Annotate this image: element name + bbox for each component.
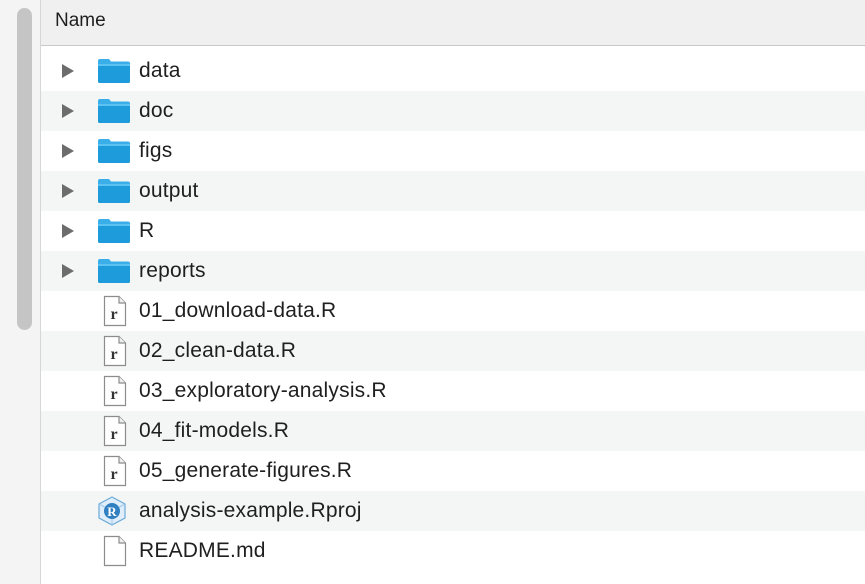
r-badge: r: [110, 346, 117, 363]
r-script-icon: r: [103, 295, 127, 327]
folder-icon: [98, 259, 130, 283]
item-name: data: [139, 59, 181, 82]
rproj-icon: R: [98, 496, 126, 526]
list-item-file[interactable]: r 04_fit-models.R: [41, 411, 865, 451]
list-item-file[interactable]: README.md: [41, 531, 865, 571]
list-item-folder[interactable]: R: [41, 211, 865, 251]
disclosure-triangle-icon[interactable]: [62, 64, 74, 78]
r-script-icon: r: [103, 415, 127, 447]
r-script-icon: r: [103, 375, 127, 407]
disclosure-triangle-icon[interactable]: [62, 104, 74, 118]
item-name: analysis-example.Rproj: [139, 499, 362, 522]
finder-window: Name data doc figs output R reports r 01…: [0, 0, 865, 584]
item-name: 01_download-data.R: [139, 299, 337, 322]
sidebar: [0, 0, 41, 584]
list-item-folder[interactable]: doc: [41, 91, 865, 131]
folder-icon: [98, 139, 130, 163]
list-item-folder[interactable]: figs: [41, 131, 865, 171]
item-name: 02_clean-data.R: [139, 339, 297, 362]
r-badge: r: [110, 306, 117, 323]
item-name: 04_fit-models.R: [139, 419, 290, 442]
column-header-label: Name: [55, 9, 106, 31]
r-script-icon: r: [103, 335, 127, 367]
scrollbar-thumb[interactable]: [17, 8, 32, 330]
r-badge: r: [110, 386, 117, 403]
r-script-icon: r: [103, 455, 127, 487]
item-name: doc: [139, 99, 174, 122]
item-name: figs: [139, 139, 173, 162]
item-name: 03_exploratory-analysis.R: [139, 379, 387, 402]
disclosure-triangle-icon[interactable]: [62, 184, 74, 198]
r-badge: r: [110, 426, 117, 443]
item-name: 05_generate-figures.R: [139, 459, 353, 482]
rproj-badge: R: [107, 504, 117, 519]
folder-icon: [98, 219, 130, 243]
list-item-folder[interactable]: reports: [41, 251, 865, 291]
folder-icon: [98, 99, 130, 123]
r-badge: r: [110, 466, 117, 483]
item-name: reports: [139, 259, 206, 282]
list-item-folder[interactable]: data: [41, 51, 865, 91]
item-name: output: [139, 179, 199, 202]
folder-icon: [98, 179, 130, 203]
disclosure-triangle-icon[interactable]: [62, 224, 74, 238]
folder-icon: [98, 59, 130, 83]
disclosure-triangle-icon[interactable]: [62, 264, 74, 278]
file-list: Name data doc figs output R reports r 01…: [41, 0, 865, 584]
column-header-name[interactable]: Name: [41, 0, 865, 46]
item-name: R: [139, 219, 155, 242]
list-item-file[interactable]: r 05_generate-figures.R: [41, 451, 865, 491]
list-item-file[interactable]: r 02_clean-data.R: [41, 331, 865, 371]
list-item-file[interactable]: r 01_download-data.R: [41, 291, 865, 331]
disclosure-triangle-icon[interactable]: [62, 144, 74, 158]
list-item-file[interactable]: R analysis-example.Rproj: [41, 491, 865, 531]
list-item-folder[interactable]: output: [41, 171, 865, 211]
list-item-file[interactable]: r 03_exploratory-analysis.R: [41, 371, 865, 411]
item-name: README.md: [139, 539, 266, 562]
document-icon: [103, 535, 127, 567]
file-rows: data doc figs output R reports r 01_down…: [41, 51, 865, 571]
